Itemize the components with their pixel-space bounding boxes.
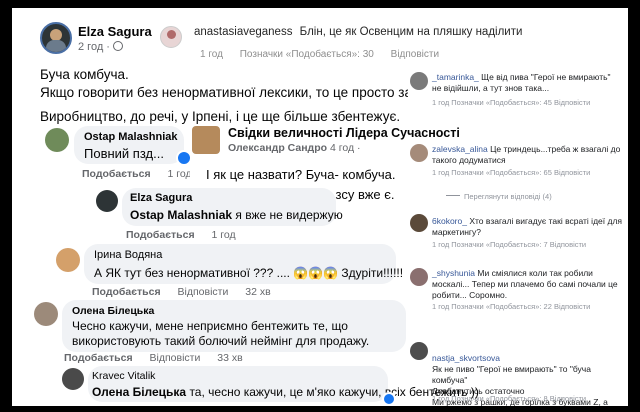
post-line-3: Виробництво, до речі, у Ірпені, і це ще … <box>40 109 401 124</box>
post-time: 2 год · <box>78 41 124 53</box>
reply-text: я вже не видержую <box>232 208 343 222</box>
comment-time: 1 год <box>211 229 236 241</box>
comment-text: Ostap Malashniak я вже не видержую <box>130 207 343 223</box>
comment-author[interactable]: Ostap Malashniak <box>84 131 178 143</box>
comment-meta: 1 год Позначки «Подобається»: 7 Відповіс… <box>432 240 587 249</box>
comment-time: 33 хв <box>217 352 243 364</box>
right-comments-panel: _tamarinka_ Ще від пива "Герої не вмираю… <box>408 64 628 406</box>
group-avatar[interactable] <box>192 126 220 154</box>
commenter-avatar[interactable] <box>56 248 80 272</box>
top-comment: anastasiaveganess Блін, це як Освенцим н… <box>194 26 522 38</box>
mention-link[interactable]: Ostap Malashniak <box>130 208 232 222</box>
reply-link[interactable]: Відповісти <box>391 49 439 60</box>
comment-author[interactable]: _tamarinka_ <box>432 72 479 82</box>
like-link[interactable]: Подобається <box>82 168 151 180</box>
right-comment-1: _tamarinka_ Ще від пива "Герої не вмираю… <box>432 72 622 94</box>
commenter-avatar[interactable] <box>96 190 118 212</box>
comment-author[interactable]: 6kokoro_ <box>432 216 467 226</box>
comment-author[interactable]: anastasiaveganess <box>194 26 292 38</box>
commenter-avatar[interactable] <box>410 268 428 286</box>
like-reaction-icon <box>382 392 396 406</box>
likes-count[interactable]: Позначки «Подобається»: 30 <box>240 49 374 60</box>
group-post-time: 4 год · <box>329 142 361 154</box>
comment-bubble: Ostap Malashniak Повний пзд... <box>74 126 184 164</box>
comment-author[interactable]: Олена Білецька <box>72 305 154 317</box>
commenter-avatar[interactable] <box>410 214 428 232</box>
view-replies-text[interactable]: Переглянути відповіді (4) <box>464 192 552 201</box>
comment-bubble: Олена Білецька Чесно кажучи, мене неприє… <box>62 300 406 352</box>
comment-time: 1 год <box>167 168 192 180</box>
reply-link[interactable]: Відповісти <box>178 286 229 298</box>
comment-author[interactable]: _shyshunia <box>432 268 475 278</box>
comment-text: Блін, це як Освенцим на пляшку наділити <box>299 26 523 38</box>
comment-author[interactable]: zalevska_alina <box>432 144 488 154</box>
comment-author[interactable]: Elza Sagura <box>130 192 192 204</box>
post-author-avatar[interactable] <box>40 22 72 54</box>
commenter-avatar[interactable] <box>45 128 69 152</box>
comment-author[interactable]: Kravec Vitalik <box>92 370 155 382</box>
comment-text: Олена Білецька та, чесно кажучи, це м'як… <box>92 384 479 400</box>
comment-meta: Подобається Відповісти 33 хв <box>64 352 257 364</box>
comment-meta: Подобається Відповісти 32 хв <box>92 286 285 298</box>
commenter-avatar[interactable] <box>34 302 58 326</box>
commenter-avatar[interactable] <box>410 144 428 162</box>
comment-author[interactable]: nastja_skvortsova <box>432 353 500 363</box>
comment-meta: 1 год Позначки «Подобається»: 45 Відпові… <box>432 98 591 107</box>
view-replies-link[interactable]: Переглянути відповіді (4) <box>446 192 552 201</box>
group-post-meta: Олександр Сандро 4 год · <box>228 142 361 154</box>
reply-link[interactable]: Відповісти <box>150 352 201 364</box>
top-comment-meta: 1 год Позначки «Подобається»: 30 Відпові… <box>200 49 453 60</box>
post-time-text: 2 год · <box>78 41 110 53</box>
commenter-avatar[interactable] <box>410 72 428 90</box>
reply-text: та, чесно кажучи, це м'яко кажучи, всіх … <box>186 385 479 399</box>
comment-meta: Подобається 1 год <box>126 229 250 241</box>
commenter-avatar[interactable] <box>160 26 182 48</box>
comment-author[interactable]: Ірина Водяна <box>94 249 162 261</box>
right-comment-3: 6kokoro_ Хто взагалі вигадує такі всраті… <box>432 216 622 238</box>
like-link[interactable]: Подобається <box>92 286 161 298</box>
comment-time: 1 год <box>200 49 223 60</box>
comment-bubble: Ірина Водяна А ЯК тут без ненормативної … <box>84 244 403 284</box>
group-post-author[interactable]: Олександр Сандро <box>228 142 327 154</box>
group-title[interactable]: Свідки величності Лідера Сучасності <box>228 126 460 140</box>
like-link[interactable]: Подобається <box>126 229 195 241</box>
right-comment-4: _shyshunia Ми сміялися коли так робили м… <box>432 268 622 301</box>
group-post-line-1: І як це назвати? Буча- комбуча. <box>206 167 396 182</box>
comment-bubble: Kravec Vitalik Олена Білецька та, чесно … <box>88 366 479 402</box>
comment-text: Повний пзд... <box>84 146 164 161</box>
comment-meta: 1 год Позначки «Подобається»: 22 Відпові… <box>432 302 591 311</box>
comment-text: Чесно кажучи, мене неприємно бентежить т… <box>72 319 370 348</box>
right-comment-2: zalevska_alina Це триндець...треба ж вза… <box>432 144 622 166</box>
globe-icon <box>113 41 124 51</box>
commenter-avatar[interactable] <box>62 368 84 390</box>
mention-link[interactable]: Олена Білецька <box>92 385 186 399</box>
screenshot-collage: Elza Sagura 2 год · anastasiaveganess Бл… <box>12 8 628 406</box>
post-line-1: Буча комбуча. <box>40 67 129 82</box>
comment-time: 32 хв <box>245 286 271 298</box>
commenter-avatar[interactable] <box>410 342 428 360</box>
post-line-2: Якщо говорити без ненормативної лексики,… <box>40 85 446 100</box>
comment-text: А ЯК тут без ненормативної ??? .... 😱😱😱 … <box>94 266 404 280</box>
post-author-name[interactable]: Elza Sagura <box>78 24 152 39</box>
comment-meta: Подобається 1 год <box>82 168 206 180</box>
comment-bubble: Elza Sagura Ostap Malashniak я вже не ви… <box>122 188 343 226</box>
like-link[interactable]: Подобається <box>64 352 133 364</box>
comment-meta: 1 год Позначки «Подобається»: 65 Відпові… <box>432 168 591 177</box>
